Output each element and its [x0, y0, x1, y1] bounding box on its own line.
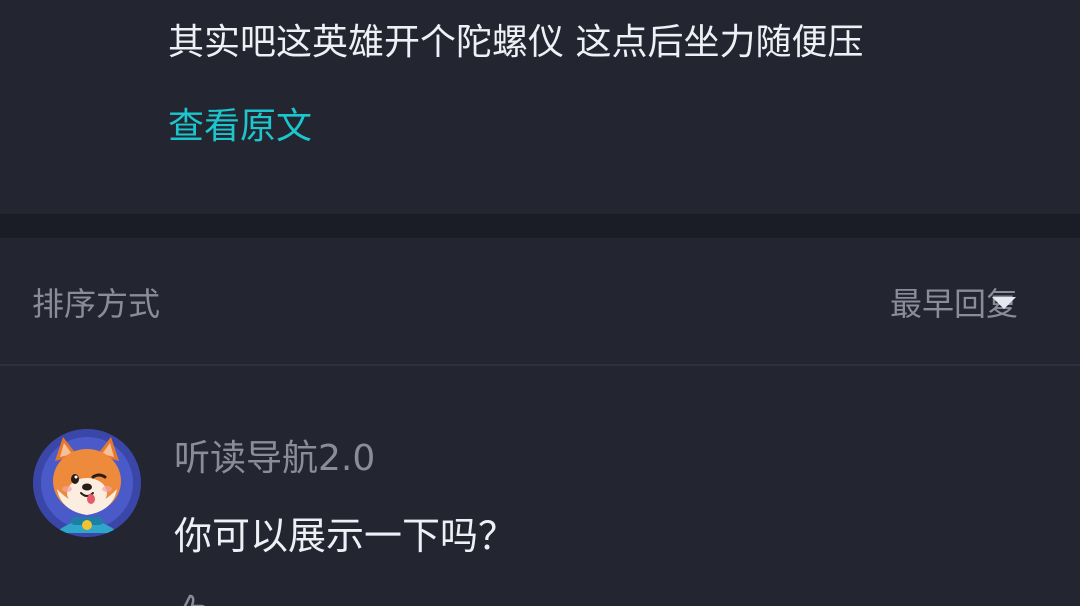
comment-page: 其实吧这英雄开个陀螺仪 这点后坐力随便压 查看原文 排序方式 最早回复 听读导航… [0, 0, 1080, 606]
avatar[interactable] [33, 429, 141, 537]
row-divider [0, 364, 1080, 366]
sort-label: 排序方式 [32, 285, 161, 323]
section-divider [0, 214, 1080, 238]
view-original-link[interactable]: 查看原文 [168, 102, 312, 152]
thumbs-up-icon[interactable] [176, 592, 206, 606]
comment-text: 你可以展示一下吗？ [174, 514, 517, 558]
comment-username[interactable]: 听读导航2.0 [174, 435, 375, 483]
caret-down-icon[interactable] [992, 297, 1016, 309]
post-text: 其实吧这英雄开个陀螺仪 这点后坐力随便压 [168, 22, 864, 63]
shiba-dog-icon [33, 429, 141, 537]
